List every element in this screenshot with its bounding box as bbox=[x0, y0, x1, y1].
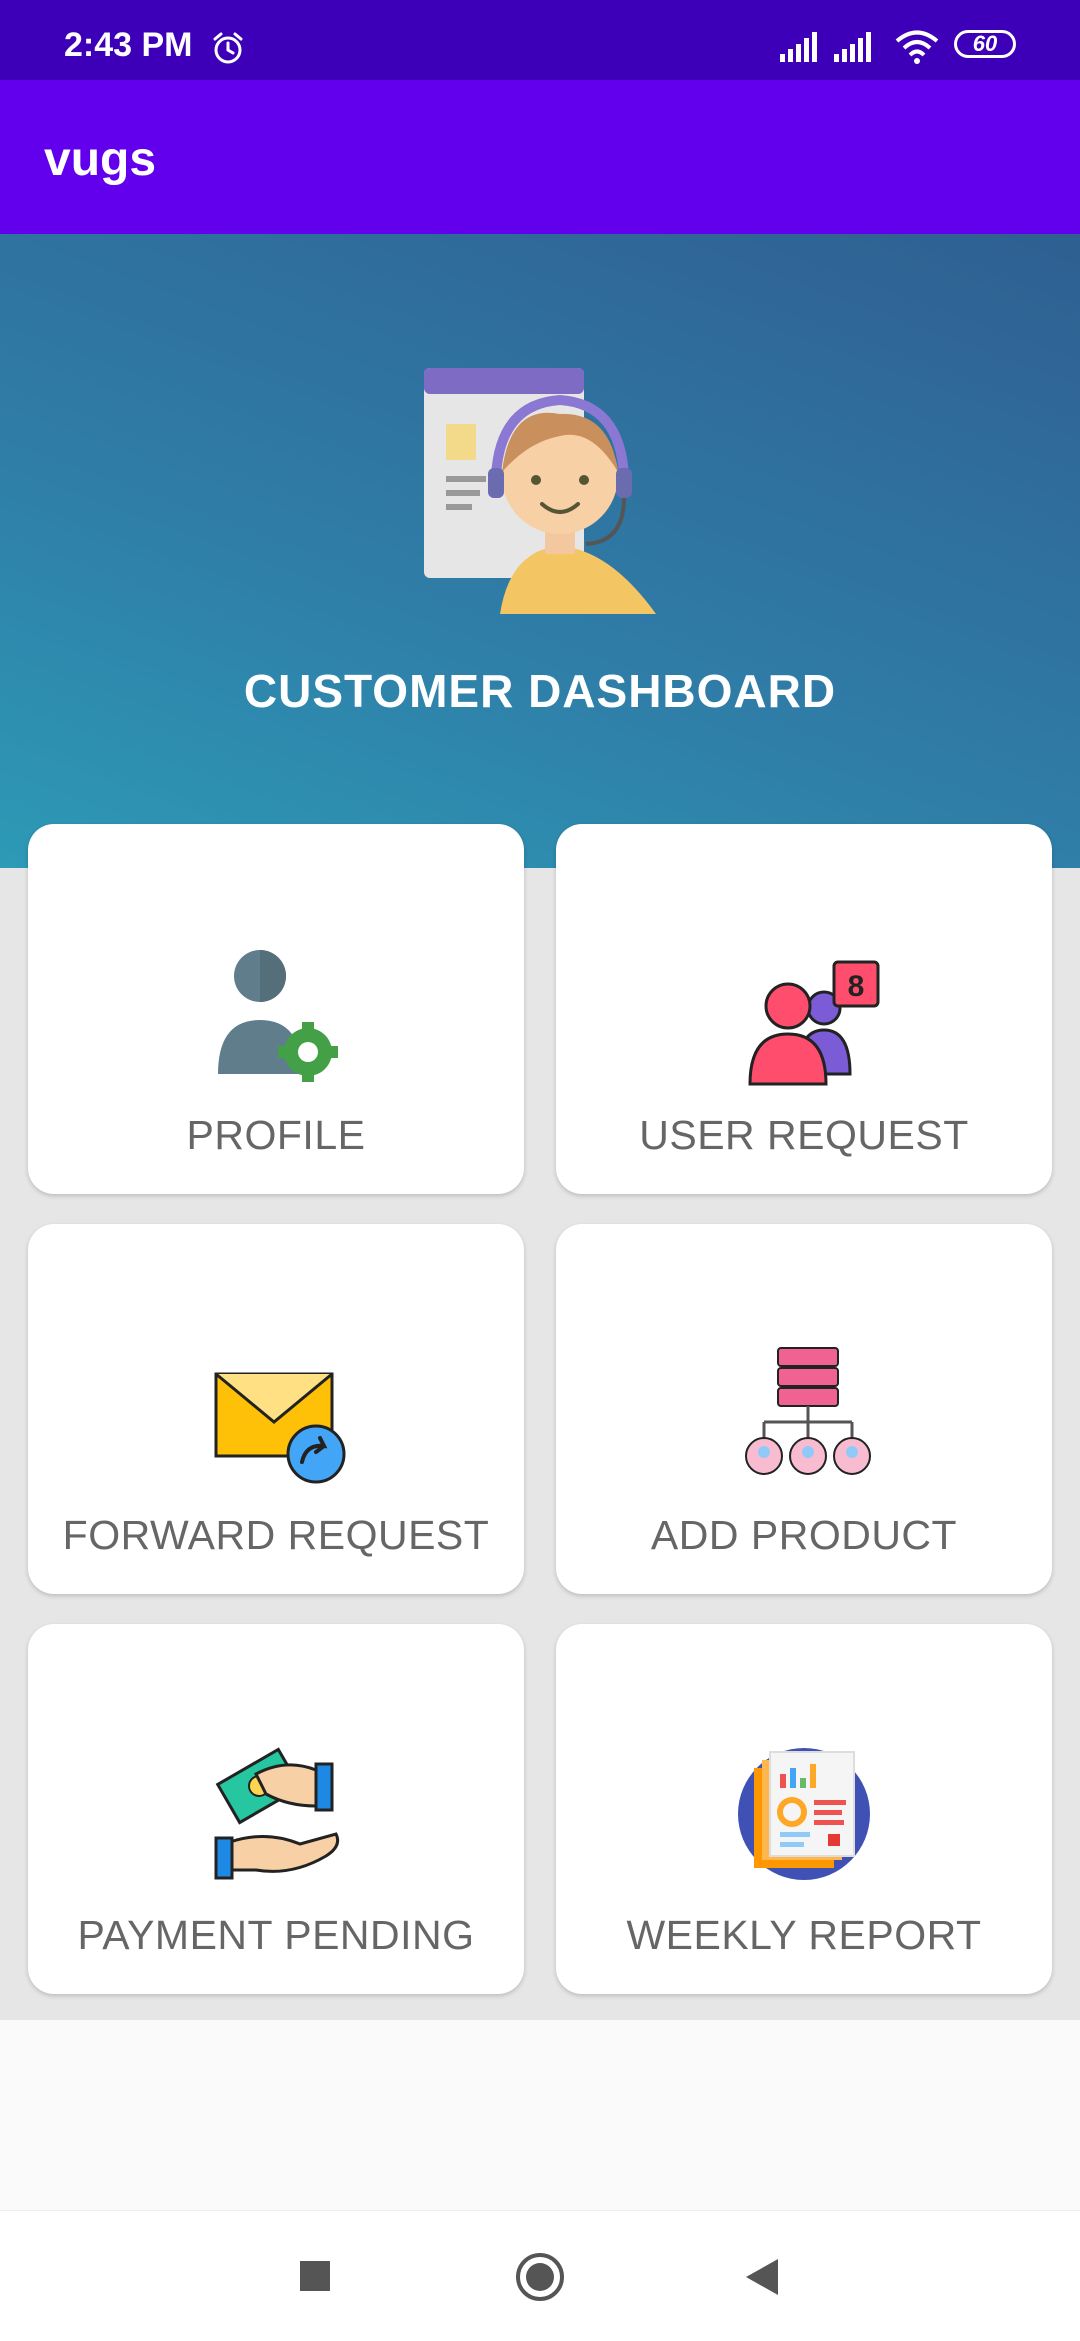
app-bar: vugs bbox=[0, 80, 1080, 234]
user-request-card[interactable]: 8 USER REQUEST bbox=[556, 824, 1052, 1194]
cell-signal-icon bbox=[780, 32, 817, 62]
report-icon bbox=[738, 1748, 870, 1880]
payment-pending-card[interactable]: PAYMENT PENDING bbox=[28, 1624, 524, 1994]
status-bar: 2:43 PM 60 bbox=[0, 0, 1080, 80]
card-label: PROFILE bbox=[186, 1112, 366, 1158]
dashboard-title: CUSTOMER DASHBOARD bbox=[243, 665, 837, 717]
system-navigation-bar bbox=[0, 2210, 1080, 2341]
forward-mail-icon bbox=[214, 1372, 346, 1484]
payment-hands-icon bbox=[214, 1747, 340, 1880]
server-network-icon bbox=[745, 1347, 871, 1475]
notification-badge: 8 bbox=[848, 970, 865, 1003]
card-label: WEEKLY REPORT bbox=[626, 1912, 982, 1958]
empty-area bbox=[0, 2020, 1080, 2210]
card-label: ADD PRODUCT bbox=[650, 1512, 958, 1558]
dashboard-header: CUSTOMER DASHBOARD bbox=[0, 234, 1080, 868]
cell-signal-icon bbox=[834, 32, 871, 62]
app-title: vugs bbox=[44, 133, 157, 186]
battery-icon: 60 bbox=[954, 30, 1016, 58]
back-icon[interactable] bbox=[744, 2257, 780, 2297]
alarm-icon bbox=[213, 32, 243, 64]
weekly-report-card[interactable]: WEEKLY REPORT bbox=[556, 1624, 1052, 1994]
user-settings-icon bbox=[218, 950, 338, 1082]
home-icon[interactable] bbox=[514, 2251, 566, 2303]
add-product-card[interactable]: ADD PRODUCT bbox=[556, 1224, 1052, 1594]
status-time: 2:43 PM bbox=[64, 26, 193, 64]
customer-support-icon bbox=[424, 368, 656, 614]
forward-request-card[interactable]: FORWARD REQUEST bbox=[28, 1224, 524, 1594]
users-notification-icon: 8 bbox=[748, 960, 880, 1086]
card-label: USER REQUEST bbox=[639, 1112, 969, 1158]
profile-card[interactable]: PROFILE bbox=[28, 824, 524, 1194]
menu-grid: PROFILE 8 USER REQUEST FORWARD REQUEST A… bbox=[0, 824, 1080, 2020]
wifi-icon bbox=[895, 30, 939, 64]
card-label: FORWARD REQUEST bbox=[62, 1512, 490, 1558]
card-label: PAYMENT PENDING bbox=[77, 1912, 475, 1958]
recent-apps-icon[interactable] bbox=[298, 2259, 332, 2293]
